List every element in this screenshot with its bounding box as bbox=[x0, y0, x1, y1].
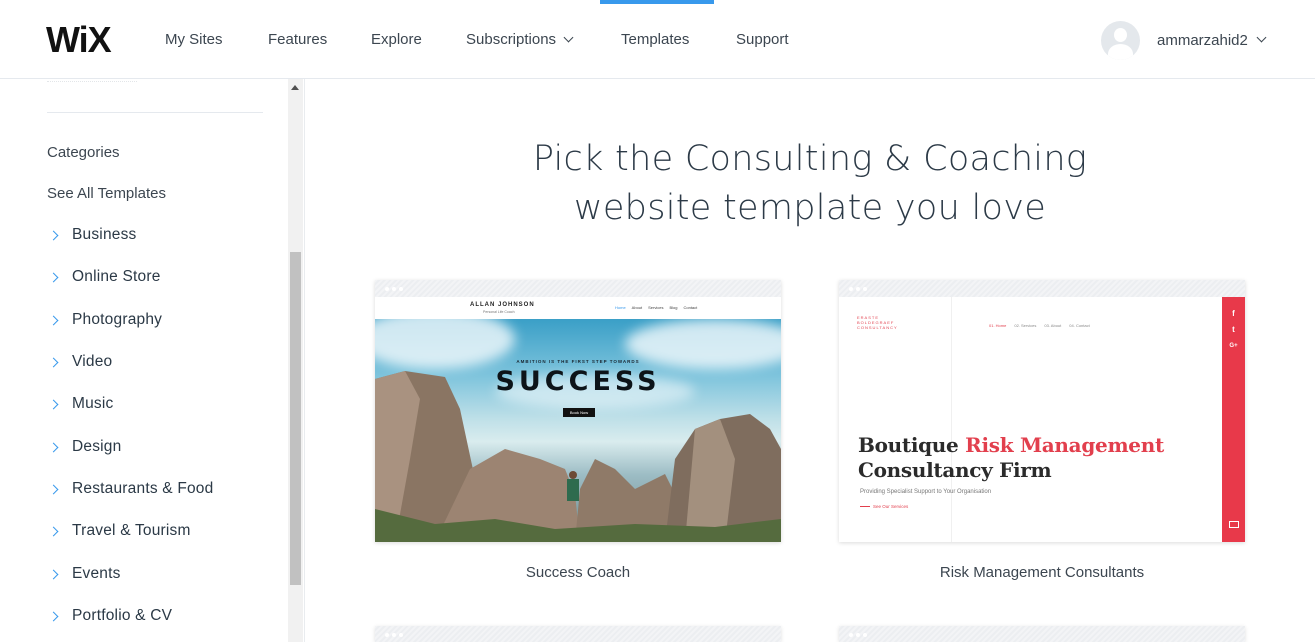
browser-chrome bbox=[839, 280, 1245, 297]
preview-brand: ALLAN JOHNSON bbox=[470, 302, 535, 308]
page-title: Pick the Consulting & Coaching website t… bbox=[305, 135, 1315, 233]
chevron-right-icon bbox=[48, 230, 59, 241]
preview-menu-item: 02. Services bbox=[1014, 323, 1037, 328]
chevron-down-icon bbox=[563, 32, 574, 43]
sidebar-clipped-item bbox=[47, 79, 137, 82]
preview-menu-item: Home bbox=[615, 305, 626, 310]
preview-menu-item: About bbox=[631, 305, 643, 310]
preview-hero-photo: AMBITION IS THE FIRST STEP TOWARDS SUCCE… bbox=[375, 319, 781, 542]
preview-tagline: AMBITION IS THE FIRST STEP TOWARDS bbox=[516, 359, 640, 364]
template-name[interactable]: Success Coach bbox=[375, 564, 781, 581]
scroll-up-arrow-icon[interactable] bbox=[291, 85, 299, 90]
nav-support[interactable]: Support bbox=[736, 30, 806, 50]
chevron-right-icon bbox=[48, 569, 59, 580]
preview-site-body: ERASTE BOLDEGRAEF CONSULTANCY 01. Home 0… bbox=[839, 297, 1245, 542]
category-label: Online Store bbox=[72, 268, 161, 285]
template-card-next-row[interactable] bbox=[375, 626, 781, 642]
preview-logo-line: CONSULTANCY bbox=[857, 325, 898, 330]
preview-services-link: See Our Services bbox=[860, 504, 908, 509]
chevron-right-icon bbox=[48, 442, 59, 453]
nav-explore[interactable]: Explore bbox=[371, 30, 466, 50]
page-title-line-1: Pick the Consulting & Coaching bbox=[532, 139, 1088, 179]
preview-cliff-illustration bbox=[375, 371, 781, 542]
preview-logo: ERASTE BOLDEGRAEF CONSULTANCY bbox=[857, 315, 898, 330]
category-label: Travel & Tourism bbox=[72, 522, 191, 539]
google-plus-icon: G+ bbox=[1229, 343, 1238, 349]
preview-menu-item: Services bbox=[648, 305, 664, 310]
preview-headline-part: Boutique bbox=[858, 433, 966, 457]
nav-templates[interactable]: Templates bbox=[621, 30, 736, 50]
twitter-icon: t bbox=[1232, 325, 1235, 334]
preview-menu-item: Blog bbox=[669, 305, 678, 310]
preview-headline: Boutique Risk Management Consultancy Fir… bbox=[858, 433, 1164, 483]
chevron-right-icon bbox=[48, 357, 59, 368]
nav-subscriptions[interactable]: Subscriptions bbox=[466, 30, 621, 50]
preview-menu: 01. Home 02. Services 03. About 04. Cont… bbox=[989, 323, 1090, 328]
scrollbar-thumb[interactable] bbox=[290, 252, 301, 585]
nav-features[interactable]: Features bbox=[268, 30, 371, 50]
sidebar-divider bbox=[47, 112, 263, 113]
mail-icon bbox=[1229, 521, 1239, 528]
nav-my-sites[interactable]: My Sites bbox=[165, 30, 268, 50]
preview-social-bar: f t G+ bbox=[1222, 297, 1245, 542]
user-avatar-icon bbox=[1101, 20, 1140, 60]
template-card-next-row[interactable] bbox=[839, 626, 1245, 642]
chevron-right-icon bbox=[48, 526, 59, 537]
see-all-templates-link[interactable]: See All Templates bbox=[47, 185, 166, 202]
category-sidebar: Categories See All Templates Business On… bbox=[0, 79, 305, 642]
category-label: Restaurants & Food bbox=[72, 480, 214, 497]
main-nav: My Sites Features Explore Subscriptions … bbox=[165, 30, 806, 50]
wix-logo[interactable]: WiX bbox=[46, 20, 112, 60]
preview-headline-line-2: Consultancy Firm bbox=[858, 458, 1052, 482]
preview-menu-item: Contact bbox=[683, 305, 698, 310]
preview-menu-item: 03. About bbox=[1044, 323, 1062, 328]
chevron-right-icon bbox=[48, 399, 59, 410]
category-label: Video bbox=[72, 353, 113, 370]
preview-menu-item: 04. Contact bbox=[1069, 323, 1090, 328]
preview-brand-sub: Personal Life Coach bbox=[483, 310, 515, 314]
category-label: Events bbox=[72, 565, 121, 582]
preview-headline: SUCCESS bbox=[495, 366, 661, 397]
username: ammarzahid2 bbox=[1157, 31, 1248, 49]
top-navigation-bar: WiX My Sites Features Explore Subscripti… bbox=[0, 0, 1315, 79]
category-label: Portfolio & CV bbox=[72, 607, 173, 624]
template-preview[interactable]: ERASTE BOLDEGRAEF CONSULTANCY 01. Home 0… bbox=[839, 280, 1245, 542]
browser-chrome bbox=[375, 280, 781, 297]
category-label: Photography bbox=[72, 311, 163, 328]
category-label: Business bbox=[72, 226, 137, 243]
active-nav-indicator bbox=[600, 0, 714, 4]
facebook-icon: f bbox=[1232, 309, 1235, 318]
preview-menu-item: 01. Home bbox=[989, 323, 1007, 328]
template-preview[interactable]: ALLAN JOHNSON Personal Life Coach Home A… bbox=[375, 280, 781, 542]
preview-headline-highlight: Risk Management bbox=[965, 433, 1164, 457]
page-title-line-2: website template you love bbox=[573, 188, 1047, 228]
nav-subscriptions-label: Subscriptions bbox=[466, 31, 557, 48]
preview-menu: Home About Services Blog Contact bbox=[615, 305, 697, 310]
preview-site-header: ALLAN JOHNSON Personal Life Coach Home A… bbox=[375, 297, 781, 319]
chevron-right-icon bbox=[48, 315, 59, 326]
chevron-down-icon bbox=[1256, 32, 1267, 42]
categories-heading: Categories bbox=[47, 144, 120, 161]
template-name[interactable]: Risk Management Consultants bbox=[839, 564, 1245, 581]
category-label: Music bbox=[72, 395, 114, 412]
sidebar-scrollbar[interactable] bbox=[288, 79, 303, 642]
chevron-right-icon bbox=[48, 272, 59, 283]
category-label: Design bbox=[72, 438, 122, 455]
chevron-right-icon bbox=[48, 611, 59, 622]
user-menu[interactable]: ammarzahid2 bbox=[1101, 20, 1267, 60]
preview-subline: Providing Specialist Support to Your Org… bbox=[860, 489, 992, 495]
chevron-right-icon bbox=[48, 484, 59, 495]
preview-book-button: Book Now bbox=[563, 408, 595, 417]
